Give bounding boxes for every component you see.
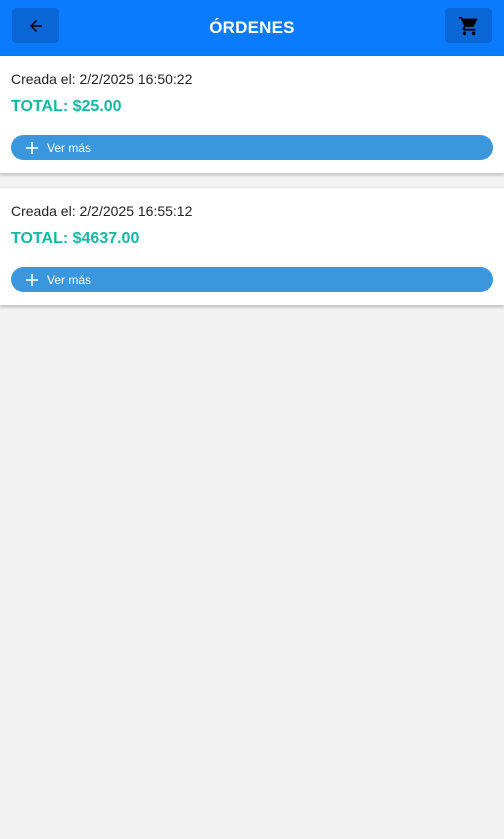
cart-button[interactable]: [445, 8, 492, 43]
plus-icon: [25, 273, 39, 287]
arrow-left-icon: [29, 19, 42, 32]
app-header: ÓRDENES: [0, 0, 504, 56]
orders-screen: ÓRDENES Creada el: 2/2/2025 16:50:22 TOT…: [0, 0, 504, 839]
see-more-label: Ver más: [47, 272, 92, 287]
cart-icon: [458, 16, 477, 35]
order-date: Creada el: 2/2/2025 16:55:12: [11, 203, 193, 219]
see-more-button[interactable]: Ver más: [11, 135, 493, 160]
page-title: ÓRDENES: [209, 18, 295, 37]
order-total: TOTAL: $4637.00: [11, 230, 140, 247]
order-card: Creada el: 2/2/2025 16:50:22 TOTAL: $25.…: [0, 56, 504, 174]
plus-icon: [25, 141, 39, 155]
order-date: Creada el: 2/2/2025 16:50:22: [11, 71, 193, 87]
order-total: TOTAL: $25.00: [11, 98, 122, 115]
back-button[interactable]: [12, 8, 59, 43]
see-more-label: Ver más: [47, 140, 92, 155]
see-more-button[interactable]: Ver más: [11, 267, 493, 292]
order-card: Creada el: 2/2/2025 16:55:12 TOTAL: $463…: [0, 188, 504, 306]
